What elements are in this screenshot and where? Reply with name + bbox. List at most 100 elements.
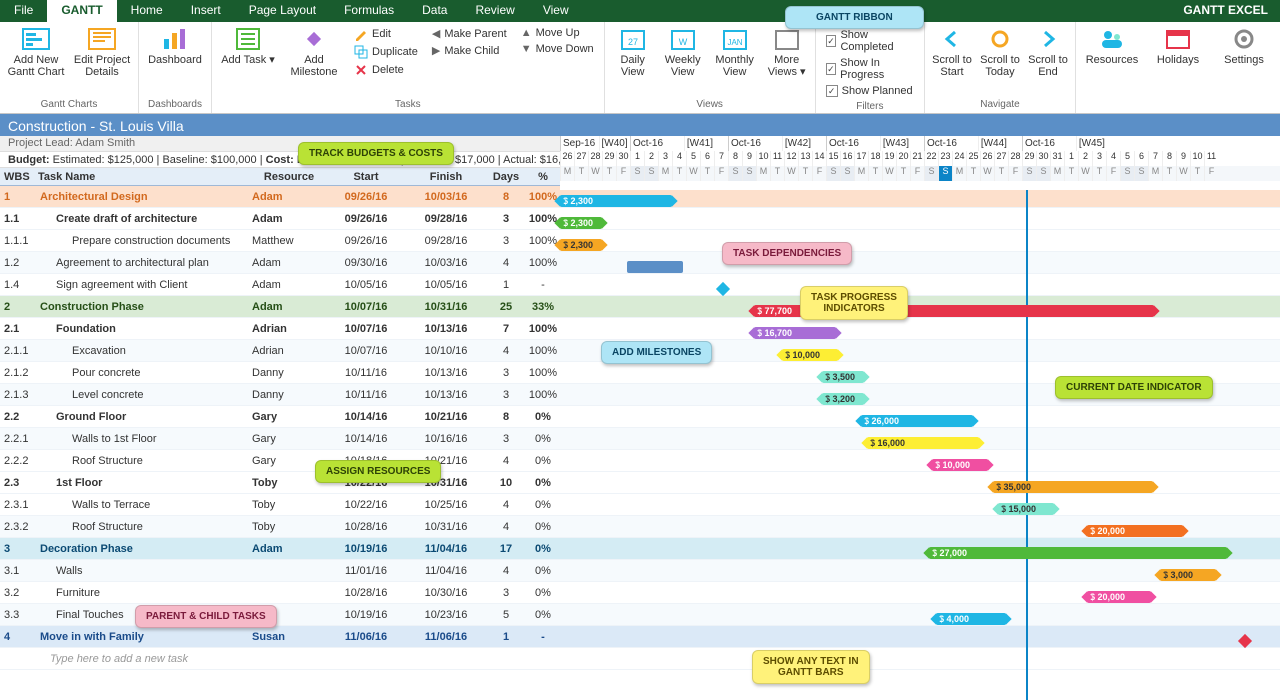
scroll-start-icon: [937, 26, 967, 52]
gantt-bar[interactable]: $ 2,300: [560, 239, 602, 251]
check-icon: ✓: [826, 35, 837, 47]
gantt-bar[interactable]: $ 20,000: [1087, 525, 1183, 537]
tab-insert[interactable]: Insert: [177, 0, 235, 22]
project-title: Construction - St. Louis Villa: [0, 114, 1280, 136]
edit-details-icon: [87, 26, 117, 52]
scroll-today-button[interactable]: Scroll to Today: [977, 24, 1023, 80]
gantt-bar[interactable]: $ 10,000: [782, 349, 838, 361]
check-icon: ✓: [826, 85, 838, 97]
gantt-bar[interactable]: $ 2,300: [560, 217, 602, 229]
group-label: Views: [609, 98, 811, 111]
add-task-button[interactable]: Add Task ▾: [216, 24, 280, 68]
group-label: Filters: [820, 100, 920, 113]
settings-button[interactable]: Settings: [1212, 24, 1276, 68]
col-wbs[interactable]: WBS: [0, 171, 34, 183]
check-icon: ✓: [826, 63, 837, 75]
calendar-week-icon: W: [668, 26, 698, 52]
callout-resources: ASSIGN RESOURCES: [315, 460, 441, 483]
svg-text:JAN: JAN: [727, 38, 742, 47]
scroll-start-button[interactable]: Scroll to Start: [929, 24, 975, 80]
calendar-icon: [1163, 26, 1193, 52]
timeline-header: Sep-16[W40]Oct-16[W41]Oct-16[W42]Oct-16[…: [560, 136, 1280, 190]
monthly-view-button[interactable]: JANMonthly View: [709, 24, 761, 80]
show-completed-checkbox[interactable]: ✓Show Completed: [824, 28, 916, 54]
col-days[interactable]: Days: [486, 171, 526, 183]
group-label: [1080, 98, 1276, 111]
callout-budgets: TRACK BUDGETS & COSTS: [298, 142, 454, 165]
move-down-button[interactable]: ▼Move Down: [519, 42, 596, 56]
gantt-bar[interactable]: $ 3,000: [1160, 569, 1216, 581]
col-resource[interactable]: Resource: [252, 171, 326, 183]
tab-view[interactable]: View: [529, 0, 583, 22]
scroll-today-icon: [985, 26, 1015, 52]
gantt-bar[interactable]: $ 15,000: [998, 503, 1054, 515]
callout-show-text: SHOW ANY TEXT INGANTT BARS: [752, 650, 870, 684]
edit-project-details-button[interactable]: Edit Project Details: [70, 24, 134, 80]
col-task[interactable]: Task Name: [34, 171, 252, 183]
scroll-end-button[interactable]: Scroll to End: [1025, 24, 1071, 80]
gantt-bar[interactable]: $ 20,000: [1087, 591, 1151, 603]
daily-view-button[interactable]: 27Daily View: [609, 24, 657, 80]
show-planned-checkbox[interactable]: ✓Show Planned: [824, 84, 916, 98]
col-start[interactable]: Start: [326, 171, 406, 183]
more-views-button[interactable]: More Views ▾: [763, 24, 811, 80]
weekly-view-button[interactable]: WWeekly View: [659, 24, 707, 80]
gantt-bar[interactable]: $ 27,000: [929, 547, 1227, 559]
gantt-bar[interactable]: $ 16,000: [867, 437, 979, 449]
callout-parent-child: PARENT & CHILD TASKS: [135, 605, 277, 628]
make-child-button[interactable]: ▶Make Child: [430, 43, 509, 58]
resources-button[interactable]: Resources: [1080, 24, 1144, 68]
callout-milestones: ADD MILESTONES: [601, 341, 712, 364]
delete-button[interactable]: Delete: [352, 62, 420, 78]
callout-ribbon: GANTT RIBBON: [785, 6, 924, 29]
move-up-button[interactable]: ▲Move Up: [519, 26, 596, 40]
group-label: Dashboards: [143, 98, 207, 111]
tab-data[interactable]: Data: [408, 0, 461, 22]
gear-icon: [1229, 26, 1259, 52]
callout-current-date: CURRENT DATE INDICATOR: [1055, 376, 1213, 399]
dashboard-button[interactable]: Dashboard: [143, 24, 207, 68]
tab-formulas[interactable]: Formulas: [330, 0, 408, 22]
milestone-marker[interactable]: [716, 282, 730, 296]
pencil-icon: [354, 27, 368, 41]
tab-file[interactable]: File: [0, 0, 47, 22]
chart-icon: [21, 26, 51, 52]
group-label: Gantt Charts: [4, 98, 134, 111]
gantt-bar[interactable]: $ 2,300: [560, 195, 672, 207]
gantt-bar[interactable]: $ 16,700: [754, 327, 836, 339]
make-parent-button[interactable]: ◀Make Parent: [430, 26, 509, 41]
add-milestone-button[interactable]: Add Milestone: [282, 24, 346, 80]
holidays-button[interactable]: Holidays: [1146, 24, 1210, 68]
gantt-bar[interactable]: [627, 261, 683, 273]
gantt-bar[interactable]: $ 3,200: [822, 393, 864, 405]
tab-gantt[interactable]: GANTT: [47, 0, 116, 22]
svg-text:27: 27: [628, 37, 638, 47]
group-label: Navigate: [929, 98, 1071, 111]
add-new-gantt-button[interactable]: Add New Gantt Chart: [4, 24, 68, 80]
calendar-month-icon: JAN: [720, 26, 750, 52]
bar-chart-icon: [160, 26, 190, 52]
gantt-bar[interactable]: $ 10,000: [932, 459, 988, 471]
edit-button[interactable]: Edit: [352, 26, 420, 42]
menu-tabs: File GANTT Home Insert Page Layout Formu…: [0, 0, 1280, 22]
col-pct[interactable]: %: [526, 171, 560, 183]
product-label: GANTT EXCEL: [1183, 3, 1268, 17]
tab-home[interactable]: Home: [117, 0, 177, 22]
ribbon: Add New Gantt Chart Edit Project Details…: [0, 22, 1280, 114]
col-finish[interactable]: Finish: [406, 171, 486, 183]
gantt-bar[interactable]: $ 4,000: [936, 613, 1006, 625]
duplicate-icon: [354, 45, 368, 59]
callout-deps: TASK DEPENDENCIES: [722, 242, 852, 265]
show-inprogress-checkbox[interactable]: ✓Show In Progress: [824, 56, 916, 82]
gantt-chart[interactable]: $ 2,300$ 2,300$ 2,300$ 77,700$ 16,700$ 1…: [560, 190, 1280, 674]
tab-pagelayout[interactable]: Page Layout: [235, 0, 330, 22]
group-label: Tasks: [216, 98, 600, 111]
gantt-bar[interactable]: $ 3,500: [822, 371, 864, 383]
gantt-bar[interactable]: $ 26,000: [861, 415, 973, 427]
milestone-marker[interactable]: [1238, 634, 1252, 648]
calendar-day-icon: 27: [618, 26, 648, 52]
gantt-bar[interactable]: $ 35,000: [993, 481, 1153, 493]
tab-review[interactable]: Review: [461, 0, 528, 22]
duplicate-button[interactable]: Duplicate: [352, 44, 420, 60]
delete-icon: [354, 63, 368, 77]
